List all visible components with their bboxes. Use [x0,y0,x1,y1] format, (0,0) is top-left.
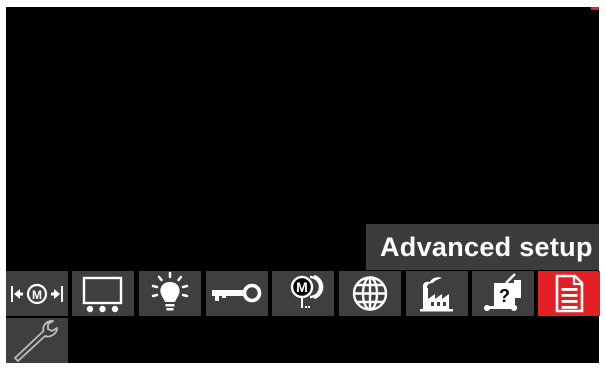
red-corner-indicator [591,7,599,10]
display-layout-icon [82,276,123,313]
language-button[interactable] [339,271,401,316]
svg-text:M: M [296,279,308,295]
language-globe-icon [352,276,388,311]
settings-toolbar: M M ? [6,271,600,316]
advanced-setup-button[interactable] [538,271,600,316]
advanced-setup-icon [555,274,584,313]
memory-button[interactable]: M [272,271,334,316]
factory-reset-icon [420,277,453,312]
display-layout-button[interactable] [72,271,134,316]
machine-info-button[interactable]: ? [472,271,534,316]
weld-mode-adjust-button[interactable]: M [6,271,68,316]
brightness-button[interactable] [139,271,201,316]
factory-reset-button[interactable] [406,271,468,316]
svg-text:M: M [32,288,42,302]
brightness-icon [151,271,189,311]
memory-icon: M [290,274,324,308]
weld-mode-adjust-icon: M [11,283,63,305]
wrench-button[interactable] [6,318,68,363]
machine-info-icon: ? [484,273,521,311]
tooltip-label: Advanced setup [366,224,599,270]
svg-text:?: ? [499,286,510,306]
lock-key-icon [212,283,262,303]
lock-key-button[interactable] [206,271,268,316]
wrench-icon [14,320,58,362]
display-screen: Advanced setup M M ? [6,7,600,363]
